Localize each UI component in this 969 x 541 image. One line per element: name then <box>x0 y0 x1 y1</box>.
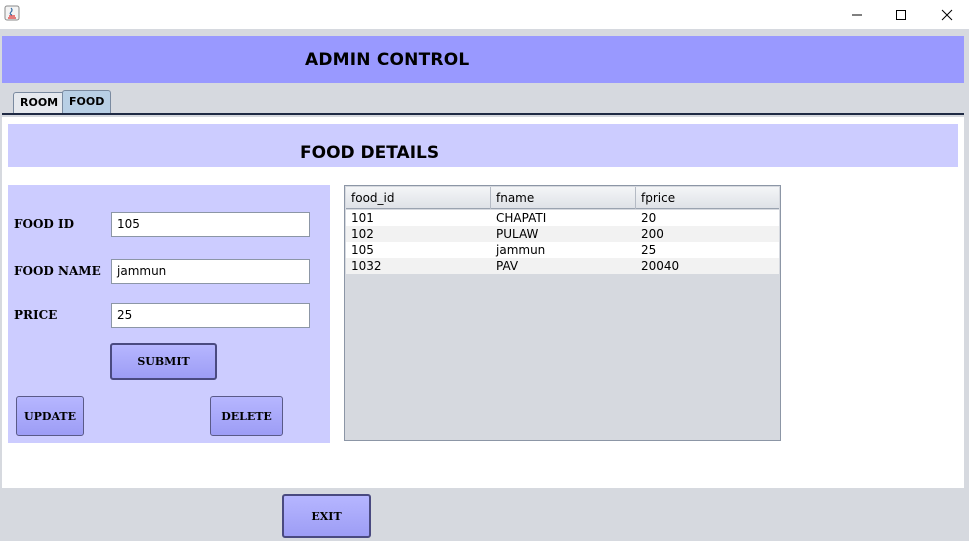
maximize-button[interactable] <box>878 0 924 29</box>
price-field[interactable]: 25 <box>111 303 310 328</box>
cell-fname: PULAW <box>496 227 539 241</box>
table-row[interactable]: 102 PULAW 200 <box>346 226 779 242</box>
price-label: PRICE <box>14 308 58 322</box>
details-band: FOOD DETAILS <box>8 124 958 167</box>
main-frame: ADMIN CONTROL ROOM FOOD FOOD DETAILS FOO… <box>0 29 969 541</box>
update-button[interactable]: UPDATE <box>16 396 84 436</box>
cell-fname: PAV <box>496 259 519 273</box>
table-row[interactable]: 1032 PAV 20040 <box>346 258 779 274</box>
food-table[interactable]: food_id fname fprice 101 CHAPATI 20 102 … <box>344 185 781 441</box>
page-title: ADMIN CONTROL <box>305 50 470 70</box>
food-name-label: FOOD NAME <box>14 264 101 278</box>
tab-room[interactable]: ROOM <box>13 92 66 113</box>
section-title: FOOD DETAILS <box>300 143 440 163</box>
cell-food-id: 101 <box>351 211 374 225</box>
column-header-fname[interactable]: fname <box>491 187 636 209</box>
column-header-food-id[interactable]: food_id <box>346 187 491 209</box>
cell-fprice: 25 <box>641 243 657 257</box>
cell-food-id: 105 <box>351 243 374 257</box>
food-name-field[interactable]: jammun <box>111 259 310 284</box>
cell-fprice: 200 <box>641 227 664 241</box>
header-band <box>2 36 964 83</box>
cell-food-id: 102 <box>351 227 374 241</box>
cell-fprice: 20 <box>641 211 657 225</box>
table-row[interactable]: 105 jammun 25 <box>346 242 779 258</box>
minimize-icon <box>852 14 862 15</box>
delete-button[interactable]: DELETE <box>210 396 283 436</box>
column-header-fprice[interactable]: fprice <box>636 187 779 209</box>
table-row[interactable]: 101 CHAPATI 20 <box>346 210 779 226</box>
tab-divider <box>2 113 964 115</box>
cell-fname: CHAPATI <box>496 211 547 225</box>
close-button[interactable] <box>924 0 969 29</box>
cell-fname: jammun <box>496 243 546 257</box>
submit-button[interactable]: SUBMIT <box>110 343 217 380</box>
food-form: FOOD ID 105 FOOD NAME jammun PRICE 25 SU… <box>8 185 330 443</box>
food-id-label: FOOD ID <box>14 217 75 231</box>
food-id-field[interactable]: 105 <box>111 212 310 237</box>
exit-button[interactable]: EXIT <box>282 494 371 538</box>
cell-fprice: 20040 <box>641 259 680 273</box>
tab-content-food: FOOD DETAILS FOOD ID 105 FOOD NAME jammu… <box>2 117 964 488</box>
table-header: food_id fname fprice <box>346 187 779 209</box>
window-titlebar <box>0 0 969 29</box>
table-body: 101 CHAPATI 20 102 PULAW 200 105 jammun … <box>346 210 779 274</box>
cell-food-id: 1032 <box>351 259 382 273</box>
maximize-icon <box>896 9 906 20</box>
tab-food[interactable]: FOOD <box>62 90 112 113</box>
close-icon <box>941 9 953 20</box>
minimize-button[interactable] <box>834 0 880 29</box>
java-app-icon <box>4 5 20 21</box>
